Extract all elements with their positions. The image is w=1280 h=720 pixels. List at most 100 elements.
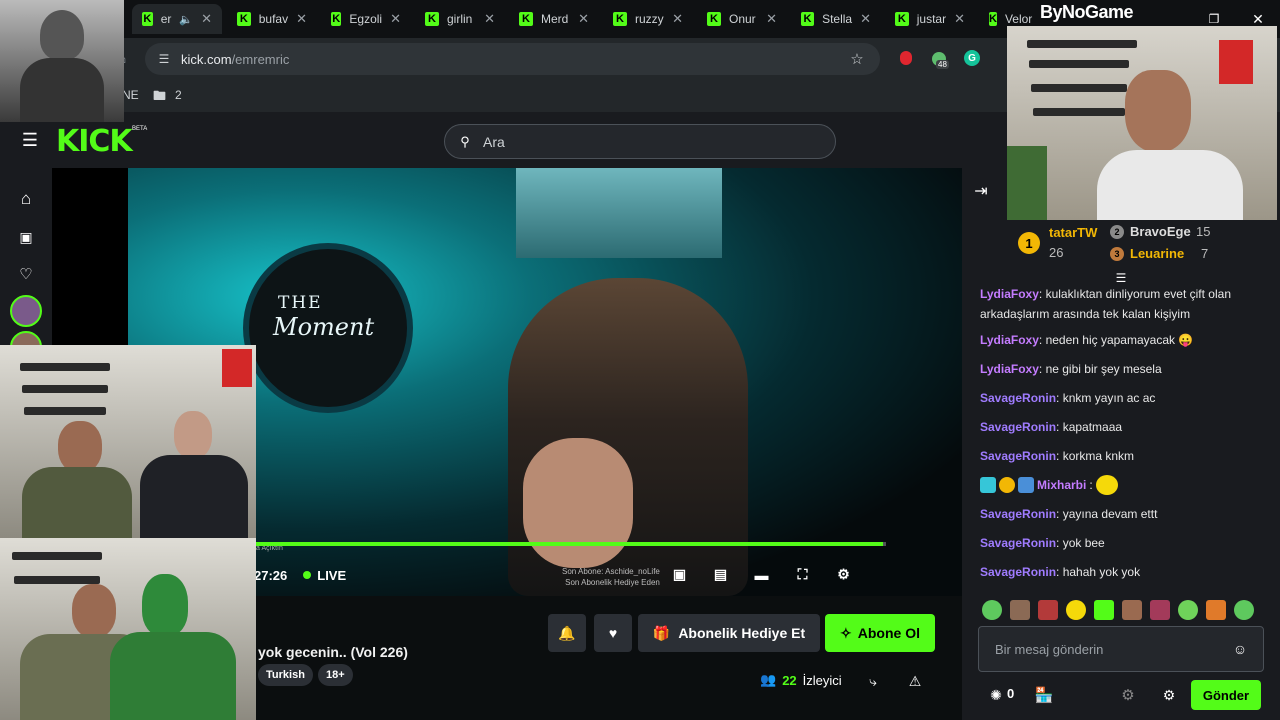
tab-close-icon[interactable]: ✕ [390, 11, 401, 27]
miniplayer-icon[interactable]: ▣ [669, 564, 690, 585]
puzzle-icon[interactable]: ⚙ [1117, 684, 1139, 706]
speaker-icon: 🔈 [179, 13, 194, 26]
leaderboard-count: 7 [1201, 246, 1209, 261]
emote-icon[interactable] [1234, 600, 1254, 620]
chat-username[interactable]: LydiaFoxy [980, 287, 1039, 301]
tag-language[interactable]: Turkish [258, 664, 313, 686]
rank-3-badge: 3 [1110, 247, 1124, 261]
chat-message: SavageRonin: kapatmaaa [980, 417, 1270, 437]
tab-close-icon[interactable]: ✕ [860, 11, 871, 27]
search-input[interactable]: ⚲ Ara [444, 124, 836, 159]
chat-text: : yok bee [1056, 536, 1105, 550]
tag-age[interactable]: 18+ [318, 664, 353, 686]
fullscreen-icon[interactable]: ⛶ [792, 564, 813, 585]
flag [1219, 40, 1253, 84]
tab-close-icon[interactable]: ✕ [672, 11, 683, 27]
following-heart-icon[interactable]: ♡ [15, 263, 37, 285]
emote-icon[interactable] [1122, 600, 1142, 620]
portrait-overlay [0, 0, 124, 122]
figure-head [72, 584, 116, 638]
browser-tab[interactable]: Kbufav ✕ [227, 4, 317, 34]
theater-mode-icon[interactable]: ▬ [751, 564, 772, 585]
emote-icon[interactable] [1094, 600, 1114, 620]
address-bar[interactable]: ☰ kick.com/emremric ☆ [145, 43, 880, 75]
browser-tab-active[interactable]: K er 🔈 ✕ [132, 4, 222, 34]
browser-tab[interactable]: K Egzoli ✕ [321, 4, 411, 34]
background-window [516, 168, 722, 258]
emote-icon[interactable] [1206, 600, 1226, 620]
share-icon[interactable]: ⤷ [862, 670, 884, 692]
leaderboard-name[interactable]: tatarTW [1049, 225, 1097, 240]
streamer-hands [523, 438, 633, 568]
expand-leaderboard-icon[interactable]: ☰ [1112, 271, 1130, 285]
subscribe-button[interactable]: ✧ Abone Ol [825, 614, 935, 652]
emoji-picker-icon[interactable]: ☺ [1231, 640, 1249, 658]
browser-tab[interactable]: Kgirlin ✕ [415, 4, 505, 34]
site-settings-icon[interactable]: ☰ [155, 50, 173, 68]
channel-points-icon[interactable]: ✺ [986, 685, 1006, 705]
leaderboard-name[interactable]: BravoEge [1130, 224, 1191, 239]
store-icon[interactable]: 🏪 [1033, 684, 1055, 706]
emote-icon[interactable] [982, 600, 1002, 620]
menu-hamburger-icon[interactable]: ☰ [18, 130, 42, 150]
chat-username[interactable]: SavageRonin [980, 391, 1056, 405]
bookmark-item[interactable]: NE [122, 88, 139, 102]
live-dot-icon [303, 571, 312, 579]
send-message-button[interactable]: Gönder [1191, 680, 1261, 710]
overlay-brand: ByNoGame [1040, 2, 1134, 22]
collapse-chat-icon[interactable]: ⇥ [970, 180, 992, 202]
settings-gear-icon[interactable]: ⚙ [833, 564, 854, 585]
tab-close-icon[interactable]: ✕ [578, 11, 589, 27]
emote-icon[interactable] [1010, 600, 1030, 620]
follow-heart-button[interactable]: ♥ [594, 614, 632, 652]
chat-username[interactable]: SavageRonin [980, 420, 1056, 434]
chat-username[interactable]: Mixharbi [1037, 475, 1086, 495]
chat-username[interactable]: SavageRonin [980, 565, 1056, 579]
chat-message: SavageRonin: yayına devam ettt [980, 504, 1270, 524]
browser-tab[interactable]: Kruzzy ✕ [603, 4, 693, 34]
chat-username[interactable]: SavageRonin [980, 536, 1056, 550]
followed-channel-avatar[interactable] [10, 295, 42, 327]
emote-icon[interactable] [1038, 600, 1058, 620]
grammarly-icon[interactable]: G [962, 48, 982, 68]
chat-username[interactable]: LydiaFoxy [980, 333, 1039, 347]
emote-icon[interactable] [1150, 600, 1170, 620]
figure-body [140, 455, 248, 538]
tab-label: ruzzy [635, 12, 664, 26]
channel-points-count: 0 [1007, 686, 1015, 701]
search-icon: ⚲ [460, 134, 470, 149]
bookmark-folder-count[interactable]: 2 [175, 88, 182, 102]
report-warning-icon[interactable]: ⚠ [904, 670, 926, 692]
clip-icon[interactable]: ▤ [710, 564, 731, 585]
browse-nav-icon[interactable]: ▣ [15, 226, 37, 248]
chat-username[interactable]: SavageRonin [980, 507, 1056, 521]
leaderboard-name[interactable]: Leuarine [1130, 246, 1184, 261]
tab-close-icon[interactable]: ✕ [201, 11, 212, 27]
extension-red-icon[interactable] [896, 48, 916, 68]
emote-icon[interactable] [1178, 600, 1198, 620]
chat-settings-icon[interactable]: ⚙ [1158, 684, 1180, 706]
browser-tab[interactable]: K Stella ✕ [791, 4, 881, 34]
emote-icon[interactable] [1066, 600, 1086, 620]
tab-close-icon[interactable]: ✕ [954, 11, 965, 27]
kick-logo[interactable]: KICK [56, 124, 133, 159]
chat-username[interactable]: LydiaFoxy [980, 362, 1039, 376]
overlay-facecam [0, 538, 256, 720]
tab-close-icon[interactable]: ✕ [296, 11, 307, 27]
kick-favicon-icon: K [142, 12, 153, 26]
browser-tab[interactable]: K Merd ✕ [509, 4, 599, 34]
tab-close-icon[interactable]: ✕ [766, 11, 777, 27]
notification-bell-button[interactable]: 🔔 [548, 614, 586, 652]
chat-username[interactable]: SavageRonin [980, 449, 1056, 463]
browser-tab[interactable]: Kjustar ✕ [885, 4, 975, 34]
chat-message-input[interactable]: Bir mesaj gönderin ☺ [978, 626, 1264, 672]
tab-close-icon[interactable]: ✕ [484, 11, 495, 27]
bookmark-star-icon[interactable]: ☆ [847, 49, 867, 69]
gift-subscription-button[interactable]: 🎁 Abonelik Hediye Et [638, 614, 820, 652]
kick-favicon-icon: K [801, 12, 815, 26]
browser-tab[interactable]: K Onur ✕ [697, 4, 787, 34]
last-gifter-text: Son Abonelik Hediye Eden [565, 578, 660, 587]
extension-badge-icon[interactable]: 48 [928, 48, 950, 70]
progress-bar[interactable] [254, 542, 886, 546]
home-nav-icon[interactable]: ⌂ [15, 188, 37, 210]
